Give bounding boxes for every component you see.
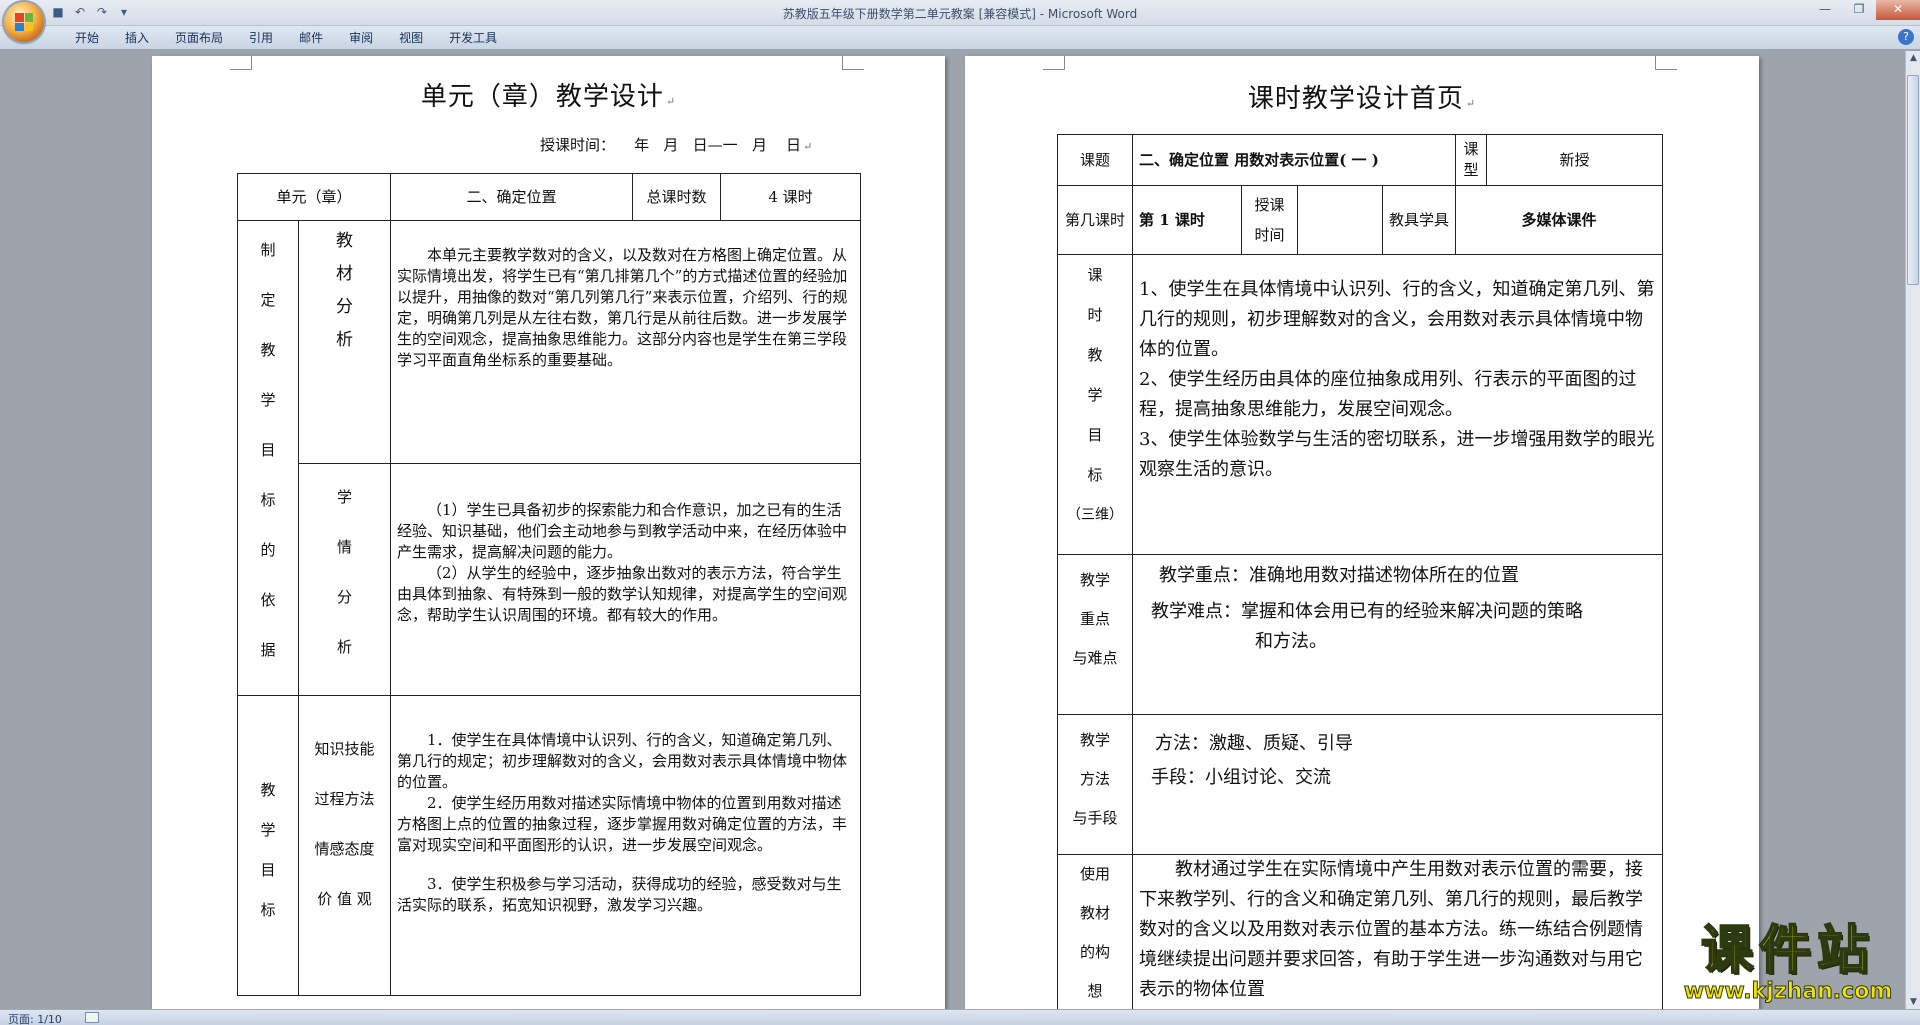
watermark-logo-text: 课件站 [1700,921,1875,981]
unit-label: 单元（章） [236,173,392,221]
close-icon[interactable]: ✕ [1876,0,1920,20]
page-1: 单元（章）教学设计 ↵ 授课时间： 年 月 日—一 月 日 ↵ 单元（章） 二、确定… [152,56,945,1009]
word-window: ■ ↶ ↷ ▾ 苏教版五年级下册数学第二单元教案 [兼容模式] - Micros… [0,0,1920,1025]
lesson-design-table: 课题 二、确定位置 用数对表示位置( 一 ) 课型 新授 第几课时 第 1 课时… [1057,134,1663,1009]
scroll-up-icon[interactable]: ▲ [1906,51,1920,65]
tab-references[interactable]: 引用 [236,30,286,46]
tab-home[interactable]: 开始 [62,30,112,46]
concept-label: 使用 教材 的构想 [1057,854,1133,1009]
hours-label: 总课时数 [632,173,722,221]
period-label: 第几课时 [1057,185,1133,255]
document-area: 单元（章）教学设计 ↵ 授课时间： 年 月 日—一 月 日 ↵ 单元（章） 二、确定… [0,51,1905,1009]
tab-developer[interactable]: 开发工具 [436,30,510,46]
hours-value: 4 课时 [720,173,862,221]
period-value: 第 1 课时 [1132,185,1242,255]
key-points-text: 教学重点：准确地用数对描述物体所在的位置 教学难点：掌握和体会用已有的经验来解决… [1132,554,1663,715]
teach-time-line: 授课时间： 年 月 日—一 月 日 ↵ [540,136,813,154]
minimize-icon[interactable]: — [1808,0,1842,20]
ribbon: 开始 插入 页面布局 引用 邮件 审阅 视图 开发工具 ? [0,26,1920,50]
material-label: 教材分析 [297,220,392,464]
aids-value: 多媒体课件 [1455,185,1663,255]
time-label: 授课时间 [1241,185,1298,255]
maximize-icon[interactable]: ❐ [1842,0,1876,20]
student-analysis-text: （1）学生已具备初步的探索能力和合作意识，加之已有的生活经验、知识基础，他们会主… [390,463,862,696]
type-label: 课型 [1455,134,1487,186]
unit-design-table: 单元（章） 二、确定位置 总课时数 4 课时 制定教学目标的依据 教材分析 本单… [236,173,862,996]
site-watermark: 课件站 www.kjzhan.com [1668,921,1908,1010]
concept-text: 教材通过学生在实际情境中产生用数对表示位置的需要，接下来教学列、行的含义和确定第… [1132,854,1663,1009]
basis-label: 制定教学目标的依据 [237,220,299,696]
material-analysis-text: 本单元主要教学数对的含义，以及数对在方格图上确定位置。从实际情境出发，将学生已有… [390,220,862,464]
office-button[interactable] [4,2,44,42]
page-counter[interactable]: 页面: 1/10 [8,1011,62,1025]
help-icon[interactable]: ? [1898,29,1914,45]
tab-page-layout[interactable]: 页面布局 [162,30,236,46]
crop-mark [230,56,252,70]
student-label: 学情分析 [297,463,392,696]
window-title: 苏教版五年级下册数学第二单元教案 [兼容模式] - Microsoft Word [782,7,1138,21]
page-title: 课时教学设计首页 ↵ [1247,84,1477,114]
tab-view[interactable]: 视图 [386,30,436,46]
time-value [1297,185,1383,255]
crop-mark [1655,56,1677,70]
watermark-url: www.kjzhan.com [1683,979,1893,1004]
office-logo-icon [15,13,33,31]
scrollbar-thumb[interactable] [1907,75,1919,285]
unit-goals-text: 1．使学生在具体情境中认识列、行的含义，知道确定第几列、第几行的规定；初步理解数… [390,695,862,996]
methods-label: 教学 方法 与手段 [1057,714,1133,855]
tab-review[interactable]: 审阅 [336,30,386,46]
proofing-icon[interactable] [85,1012,99,1023]
page-2: 课时教学设计首页 ↵ 课题 二、确定位置 用数对表示位置( 一 ) 课型 新授 第… [965,56,1759,1009]
unit-value: 二、确定位置 [390,173,634,221]
tab-insert[interactable]: 插入 [112,30,162,46]
topic-value: 二、确定位置 用数对表示位置( 一 ) [1132,134,1456,186]
topic-label: 课题 [1057,134,1133,186]
ribbon-tabs: 开始 插入 页面布局 引用 邮件 审阅 视图 开发工具 [62,30,510,46]
scroll-down-icon[interactable]: ▼ [1906,995,1920,1009]
title-bar: ■ ↶ ↷ ▾ 苏教版五年级下册数学第二单元教案 [兼容模式] - Micros… [0,0,1920,26]
crop-mark [1043,56,1065,70]
vertical-scrollbar[interactable]: ▲ ▼ [1905,51,1920,1009]
methods-text: 方法：激趣、质疑、引导 手段：小组讨论、交流 [1132,714,1663,855]
crop-mark [842,56,864,70]
page-title: 单元（章）教学设计 ↵ [420,82,677,112]
aids-label: 教具学具 [1382,185,1456,255]
lesson-goals-label: 课时教学目标（三维） [1057,254,1133,555]
tab-mailings[interactable]: 邮件 [286,30,336,46]
key-points-label: 教学 重点 与难点 [1057,554,1133,715]
status-bar: 页面: 1/10 [0,1009,1920,1025]
window-controls: — ❐ ✕ [1808,0,1920,20]
type-value: 新授 [1486,134,1663,186]
goals-label: 教学目标 [237,695,299,996]
lesson-goals-text: 1、使学生在具体情境中认识列、行的含义，知道确定第几列、第几行的规则，初步理解数… [1132,254,1663,555]
goal-types: 知识技能 过程方法 情感态度价 值 观 [297,695,392,996]
